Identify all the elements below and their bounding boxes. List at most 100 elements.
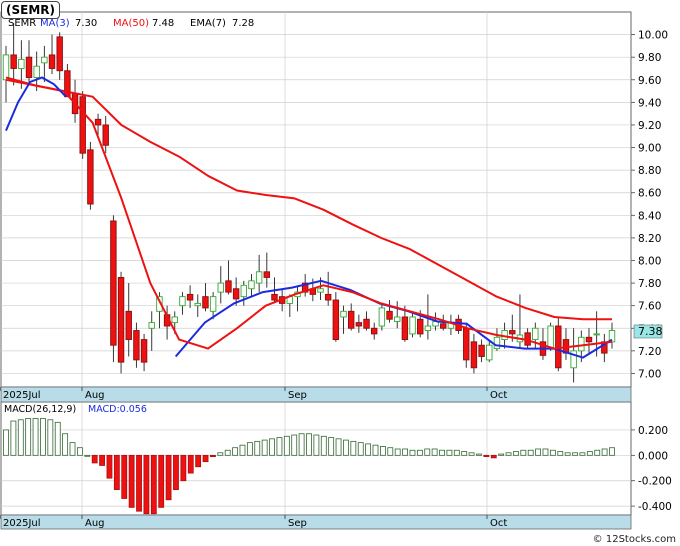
macd-bar bbox=[269, 438, 275, 456]
macd-tick-label: 0.200 bbox=[638, 425, 668, 437]
macd-bar bbox=[320, 435, 327, 456]
macd-bar bbox=[431, 448, 438, 456]
price-tick-label: 8.00 bbox=[638, 255, 661, 267]
macd-bar bbox=[542, 448, 549, 456]
candle-body bbox=[87, 149, 94, 205]
macd-bar bbox=[350, 440, 357, 456]
candle-body bbox=[263, 271, 271, 278]
candle-body bbox=[225, 280, 232, 293]
macd-bar bbox=[439, 449, 445, 456]
legend-ema7-label: EMA(7) bbox=[190, 18, 226, 29]
macd-bar bbox=[343, 439, 349, 456]
price-legend: SEMR MA(3) 7.30 MA(50) 7.48 EMA(7) 7.28 bbox=[8, 18, 254, 29]
candle-body bbox=[102, 124, 109, 146]
candle-body bbox=[417, 318, 424, 335]
macd-bar bbox=[187, 454, 194, 474]
macd-bar bbox=[224, 449, 231, 456]
candle-body bbox=[355, 322, 363, 327]
footer-credit: © 12Stocks.com bbox=[592, 534, 676, 545]
candle-body bbox=[110, 220, 117, 346]
candle-body bbox=[18, 58, 25, 69]
macd-bar bbox=[121, 454, 128, 499]
last-price-tag: 7.38 bbox=[633, 324, 663, 339]
macd-bar bbox=[10, 420, 17, 456]
candle-body bbox=[186, 293, 194, 301]
candle-body bbox=[48, 54, 56, 69]
candle-body bbox=[401, 316, 409, 341]
candle-body bbox=[463, 327, 470, 361]
macd-bar bbox=[601, 448, 608, 456]
macd-bar bbox=[505, 452, 512, 456]
candle-body bbox=[324, 293, 332, 301]
candle-body bbox=[240, 284, 248, 298]
candle-body bbox=[255, 271, 263, 284]
candle-body bbox=[232, 288, 240, 300]
macd-bar bbox=[424, 448, 431, 456]
macd-bar bbox=[387, 447, 394, 456]
macd-bar bbox=[298, 433, 305, 456]
price-tag-text: 7.38 bbox=[638, 325, 663, 338]
macd-bar bbox=[143, 454, 150, 515]
price-tick-label: 7.20 bbox=[638, 346, 661, 358]
macd-bar bbox=[594, 449, 601, 456]
candle-body bbox=[585, 336, 593, 343]
date-tick-label: Oct bbox=[490, 390, 507, 401]
macd-bar bbox=[232, 447, 239, 456]
price-tick-label: 9.00 bbox=[638, 143, 661, 155]
macd-bar bbox=[609, 447, 615, 456]
candle-body bbox=[125, 310, 132, 341]
legend-ma3-value: 7.30 bbox=[75, 18, 97, 29]
candle-body bbox=[41, 56, 48, 64]
macd-tick-label: -0.200 bbox=[638, 476, 672, 488]
candle-body bbox=[340, 310, 347, 318]
macd-bar bbox=[394, 448, 401, 456]
macd-bar bbox=[468, 452, 475, 456]
macd-tick-label: 0.000 bbox=[638, 450, 668, 462]
macd-bar bbox=[335, 438, 342, 456]
candle-body bbox=[171, 316, 178, 324]
stock-chart: 7.007.207.407.607.808.008.208.408.608.80… bbox=[0, 11, 672, 530]
macd-bar bbox=[365, 443, 372, 456]
candle-body bbox=[578, 336, 585, 352]
price-tick-label: 9.20 bbox=[638, 120, 661, 132]
macd-legend-value: MACD:0.056 bbox=[88, 404, 147, 415]
date-tick-label: Oct bbox=[490, 518, 507, 529]
macd-bar bbox=[25, 418, 32, 456]
candle-body bbox=[33, 65, 40, 78]
macd-bar bbox=[453, 449, 460, 456]
macd-bar bbox=[564, 452, 571, 456]
macd-bar bbox=[276, 437, 283, 456]
macd-bar bbox=[520, 449, 527, 456]
macd-bar bbox=[557, 451, 564, 456]
candle-body bbox=[378, 307, 386, 327]
date-tick-label: 2025Jul bbox=[3, 518, 41, 529]
macd-bar bbox=[261, 439, 268, 456]
candle-body bbox=[56, 36, 63, 72]
macd-bar bbox=[54, 421, 61, 456]
candle-body bbox=[25, 56, 33, 78]
macd-bar bbox=[461, 451, 468, 456]
macd-bar bbox=[3, 429, 9, 456]
macd-bar bbox=[379, 446, 386, 456]
macd-bar bbox=[210, 454, 216, 457]
macd-bar bbox=[246, 442, 253, 456]
macd-bar bbox=[579, 452, 586, 456]
date-tick-label: Sep bbox=[288, 390, 307, 401]
legend-ma50-label: MA(50) bbox=[113, 18, 149, 29]
macd-bar bbox=[17, 419, 24, 456]
macd-legend-label: MACD(26,12,9) bbox=[4, 404, 76, 415]
macd-bar bbox=[128, 454, 135, 508]
legend-ema7-value: 7.28 bbox=[232, 18, 254, 29]
macd-bar bbox=[239, 444, 246, 456]
candle-body bbox=[363, 318, 370, 329]
macd-bar bbox=[99, 454, 105, 466]
macd-tick-label: -0.400 bbox=[638, 501, 672, 513]
candle-body bbox=[140, 339, 148, 363]
macd-bar bbox=[328, 437, 335, 456]
price-tick-label: 10.00 bbox=[638, 30, 668, 42]
candle-body bbox=[202, 296, 209, 309]
macd-bar bbox=[202, 454, 209, 463]
candle-body bbox=[547, 325, 554, 350]
candle-body bbox=[486, 344, 493, 361]
date-tick-label: 2025Jul bbox=[3, 390, 41, 401]
